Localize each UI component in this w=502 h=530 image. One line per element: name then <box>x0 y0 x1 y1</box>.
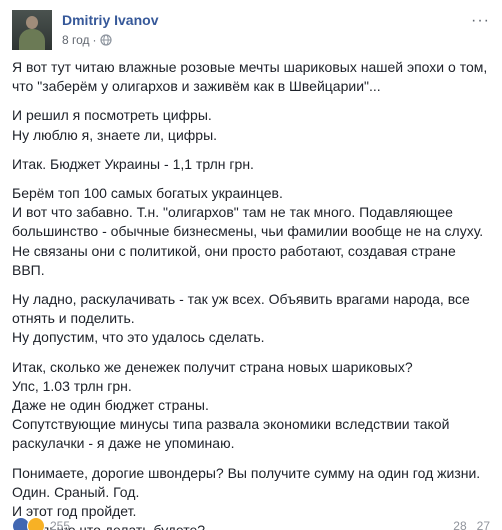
post-header: Dmitriy Ivanov 8 год · <box>12 10 158 52</box>
text-line: Один. Сраный. Год. <box>12 483 140 500</box>
facebook-post: Dmitriy Ivanov 8 год · ··· Я вот тут чит… <box>0 0 502 530</box>
text-line: Понимаете, дорогие швондеры? Вы получите… <box>12 464 481 481</box>
text-line: Ну допустим, что это удалось сделать. <box>12 329 265 346</box>
author-name[interactable]: Dmitriy Ivanov <box>62 11 158 29</box>
text-line: Сопутствующие минусы типа развала эконом… <box>12 416 450 433</box>
paragraph: Ну ладно, раскулачивать - так уж всех. О… <box>12 290 492 348</box>
reactions-summary[interactable]: 255 <box>12 517 70 530</box>
post-footer-stats: 255 28 27 <box>12 517 490 530</box>
text-line: И решил я посмотреть цифры. <box>12 107 212 124</box>
text-line: Упс, 1.03 трлн грн. <box>12 377 132 394</box>
shares-count[interactable]: 27 <box>477 519 490 530</box>
haha-reaction-icon <box>27 517 45 530</box>
comments-count[interactable]: 28 <box>453 519 466 530</box>
text-line: отнять и поделить. <box>12 310 135 327</box>
reaction-count: 255 <box>50 519 71 530</box>
text-line: Итак. Бюджет Украины - 1,1 трлн грн. <box>12 155 254 172</box>
post-timestamp[interactable]: 8 год <box>62 32 90 48</box>
paragraph: И решил я посмотреть цифры. Ну люблю я, … <box>12 106 492 144</box>
avatar-body <box>19 29 45 50</box>
text-line: Не связаны они с политикой, они просто р… <box>12 242 456 259</box>
text-line: Я вот тут читаю влажные розовые мечты ша… <box>12 59 488 75</box>
text-line: что "заберём у олигархов и заживём как в… <box>12 78 381 95</box>
engagement-stats: 28 27 <box>453 519 490 530</box>
paragraph: Берём топ 100 самых богатых украинцев. И… <box>12 184 492 280</box>
text-line: Берём топ 100 самых богатых украинцев. <box>12 185 283 202</box>
text-line: ВВП. <box>12 261 45 278</box>
post-body: Я вот тут читаю влажные розовые мечты ша… <box>12 58 492 530</box>
text-line: большинство - обычные бизнесмены, чьи фа… <box>12 223 484 240</box>
text-line: И вот что забавно. Т.н. "олигархов" там … <box>12 204 453 221</box>
paragraph: Итак, сколько же денежек получит страна … <box>12 358 492 454</box>
text-line: Ну люблю я, знаете ли, цифры. <box>12 126 218 143</box>
paragraph: Итак. Бюджет Украины - 1,1 трлн грн. <box>12 155 492 174</box>
post-meta: Dmitriy Ivanov 8 год · <box>62 11 158 48</box>
text-line: Ну ладно, раскулачивать - так уж всех. О… <box>12 291 470 308</box>
post-options-button[interactable]: ··· <box>471 13 490 29</box>
avatar[interactable] <box>12 10 52 50</box>
text-line: Даже не один бюджет страны. <box>12 397 209 414</box>
paragraph: Я вот тут читаю влажные розовые мечты ша… <box>12 58 492 96</box>
avatar-head <box>26 16 38 29</box>
text-line: Итак, сколько же денежек получит страна … <box>12 358 413 375</box>
globe-icon[interactable] <box>99 34 112 46</box>
separator-dot: · <box>92 33 97 47</box>
text-line: раскулачки - я даже не упоминаю. <box>12 435 235 452</box>
post-subline: 8 год · <box>62 32 158 48</box>
